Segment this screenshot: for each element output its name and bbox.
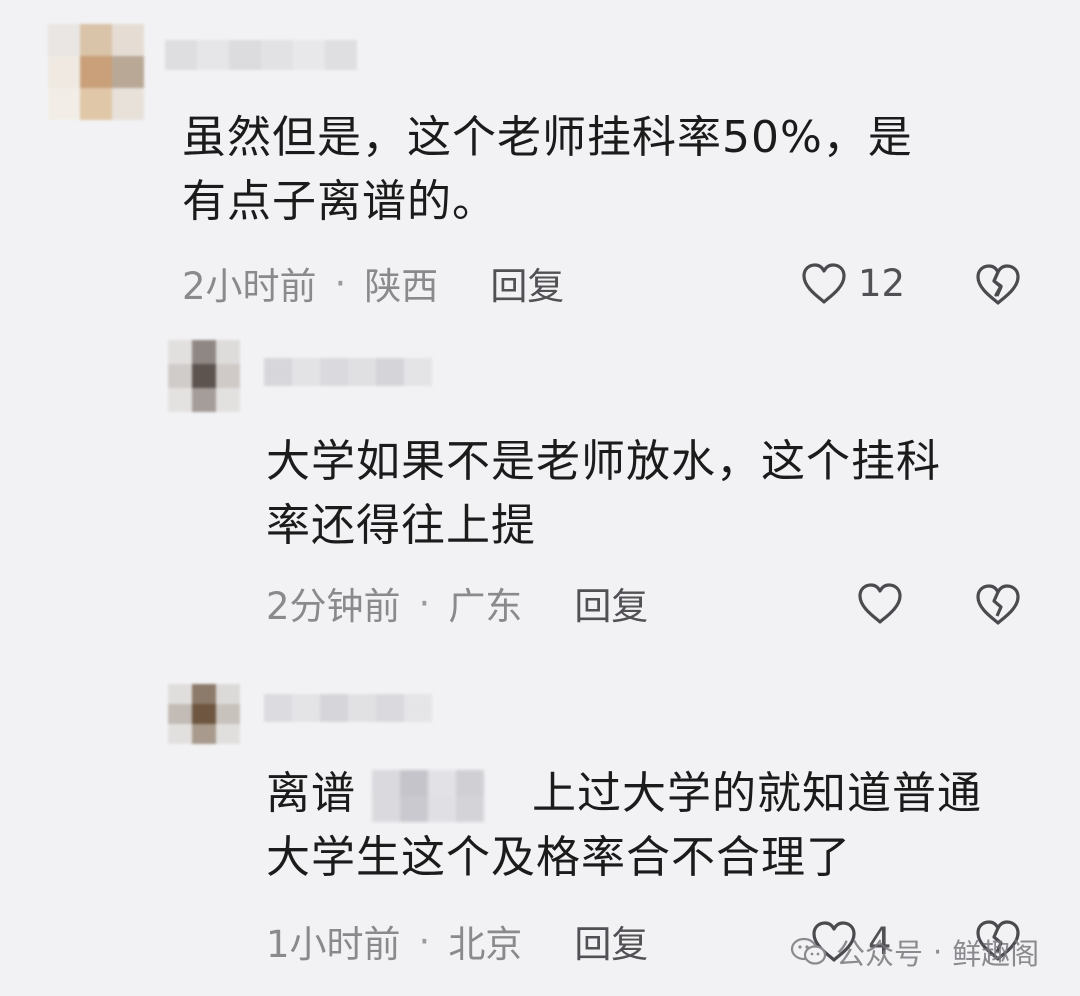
watermark: 公众号 · 鲜趣阁 [790, 930, 1039, 974]
username-blurred[interactable] [264, 358, 432, 386]
mosaic-tile [320, 694, 348, 722]
mosaic-tile [325, 40, 357, 70]
comment-meta: 2小时前 · 陕西 回复 [182, 256, 564, 310]
username-blurred[interactable] [264, 694, 432, 722]
mosaic-tile [292, 358, 320, 386]
comment-text-line: 大学生这个及格率合不合理了 [266, 832, 851, 883]
meta-separator: · [418, 581, 431, 625]
mosaic-tile [348, 694, 376, 722]
mosaic-tile [348, 358, 376, 386]
mosaic-tile [192, 724, 216, 744]
mosaic-tile [261, 40, 293, 70]
mosaic-tile [264, 694, 292, 722]
like-button[interactable]: 12 [800, 258, 905, 308]
mosaic-tile [216, 364, 240, 388]
mosaic-tile [456, 796, 484, 822]
mosaic-tile [293, 40, 325, 70]
mosaic-tile [292, 694, 320, 722]
comment-body: 虽然但是，这个老师挂科率50%，是 有点子离谱的。 [182, 106, 1062, 234]
mosaic-tile [264, 358, 292, 386]
watermark-prefix: 公众号 [836, 937, 924, 971]
comment-thread: 虽然但是，这个老师挂科率50%，是 有点子离谱的。 2小时前 · 陕西 回复 1… [0, 0, 1080, 996]
mosaic-tile [197, 40, 229, 70]
dislike-button[interactable] [974, 582, 1022, 626]
mosaic-tile [112, 24, 144, 56]
mosaic-tile [112, 56, 144, 88]
mosaic-tile [168, 724, 192, 744]
comment-time: 1小时前 [266, 923, 401, 966]
mosaic-tile [192, 704, 216, 724]
broken-heart-icon [974, 582, 1022, 626]
comment-time: 2小时前 [182, 265, 317, 308]
mosaic-tile [400, 770, 428, 796]
comment-text-line: 大学如果不是老师放水，这个挂科 [266, 436, 941, 487]
mosaic-tile [168, 340, 192, 364]
meta-separator: · [334, 261, 347, 305]
avatar[interactable] [168, 340, 240, 412]
mosaic-tile [112, 88, 144, 120]
censored-text-block [372, 770, 484, 822]
dislike-button[interactable] [974, 262, 1022, 306]
mosaic-tile [48, 88, 80, 120]
mosaic-tile [168, 704, 192, 724]
like-button[interactable] [856, 578, 904, 628]
mosaic-tile [80, 56, 112, 88]
watermark-separator: · [933, 935, 943, 969]
heart-outline-icon [800, 261, 848, 305]
mosaic-tile [80, 88, 112, 120]
heart-outline-icon [856, 581, 904, 625]
mosaic-tile [192, 684, 216, 704]
meta-separator: · [418, 919, 431, 963]
mosaic-tile [376, 694, 404, 722]
mosaic-tile [428, 796, 456, 822]
mosaic-tile [192, 364, 216, 388]
comment-text-segment: 上过大学的就知道普通 [532, 768, 982, 819]
mosaic-tile [229, 40, 261, 70]
reply-button[interactable]: 回复 [574, 914, 648, 968]
mosaic-tile [216, 684, 240, 704]
avatar[interactable] [168, 684, 240, 744]
mosaic-tile [372, 796, 400, 822]
mosaic-tile [376, 358, 404, 386]
comment-meta: 1小时前 · 北京 回复 [266, 914, 648, 968]
mosaic-tile [216, 724, 240, 744]
watermark-name: 鲜趣阁 [952, 937, 1040, 971]
mosaic-tile [168, 388, 192, 412]
comment-text-segment: 离谱 [266, 768, 356, 819]
comment-text-line: 虽然但是，这个老师挂科率50%，是 [182, 112, 913, 163]
comment-location: 北京 [448, 923, 523, 966]
comment-text-line: 率还得往上提 [266, 500, 536, 551]
mosaic-tile [216, 388, 240, 412]
comment-location: 陕西 [364, 265, 439, 308]
reply-button[interactable]: 回复 [574, 576, 648, 630]
comment-meta: 2分钟前 · 广东 回复 [266, 576, 648, 630]
mosaic-tile [404, 694, 432, 722]
comment-location: 广东 [448, 585, 523, 628]
mosaic-tile [168, 364, 192, 388]
avatar[interactable] [48, 24, 144, 120]
mosaic-tile [456, 770, 484, 796]
mosaic-tile [48, 56, 80, 88]
mosaic-tile [216, 704, 240, 724]
mosaic-tile [48, 24, 80, 56]
username-blurred[interactable] [165, 40, 357, 70]
like-count: 12 [858, 261, 906, 305]
broken-heart-icon [974, 262, 1022, 306]
mosaic-tile [320, 358, 348, 386]
mosaic-tile [165, 40, 197, 70]
mosaic-tile [80, 24, 112, 56]
mosaic-tile [404, 358, 432, 386]
mosaic-tile [428, 770, 456, 796]
mosaic-tile [192, 388, 216, 412]
mosaic-tile [168, 684, 192, 704]
wechat-icon [790, 937, 828, 967]
mosaic-tile [216, 340, 240, 364]
comment-body: 大学如果不是老师放水，这个挂科 率还得往上提 [266, 430, 1056, 558]
comment-time: 2分钟前 [266, 585, 401, 628]
mosaic-tile [400, 796, 428, 822]
comment-text-line: 有点子离谱的。 [182, 176, 497, 227]
mosaic-tile [192, 340, 216, 364]
reply-button[interactable]: 回复 [490, 256, 564, 310]
mosaic-tile [372, 770, 400, 796]
